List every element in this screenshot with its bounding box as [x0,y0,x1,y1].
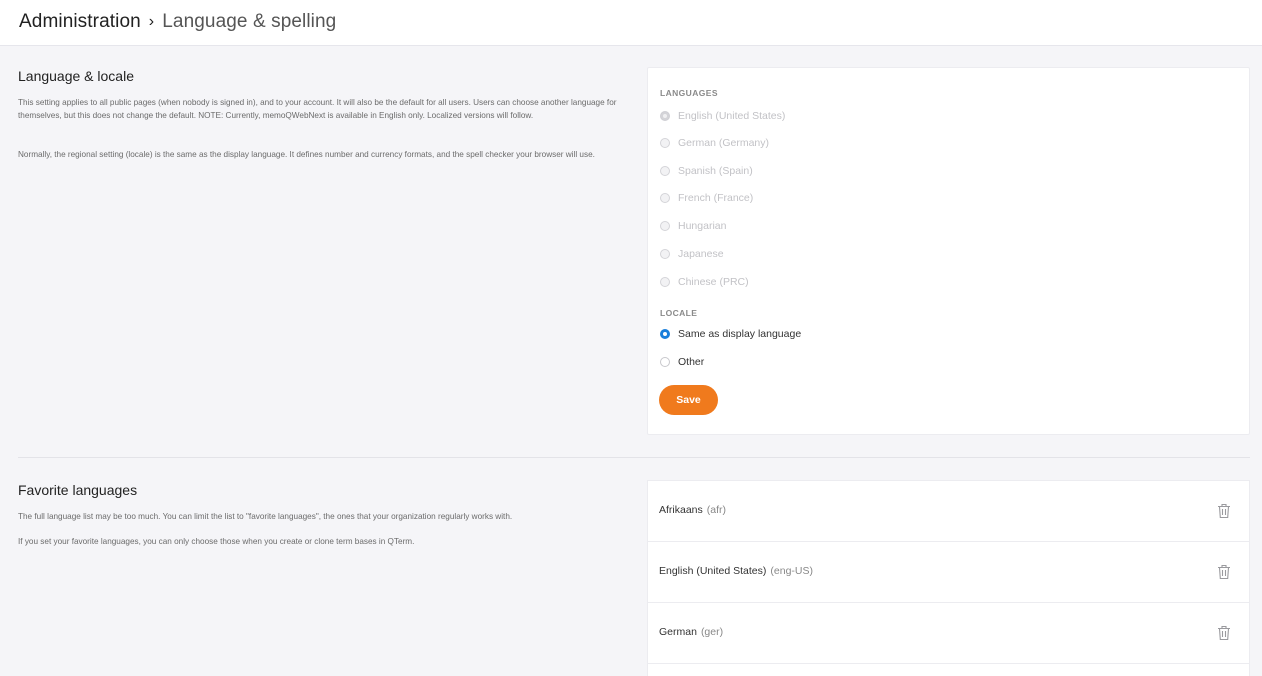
language-option-label: German (Germany) [678,137,770,149]
favorite-languages-desc-1: The full language list may be too much. … [18,512,513,521]
language-name: German [659,626,697,638]
language-option-label: Chinese (PRC) [678,276,749,288]
radio-icon [660,166,670,176]
language-option-french: French (France) [660,190,753,206]
favorite-languages-list: Afrikaans (afr) English (United States) (e… [647,480,1250,676]
language-name: Afrikaans [659,504,703,516]
radio-icon[interactable] [660,357,670,367]
language-option-german: German (Germany) [660,135,769,151]
radio-icon [660,277,670,287]
language-option-label: English (United States) [678,110,786,122]
favorite-languages-desc-2: If you set your favorite languages, you … [18,537,415,546]
breadcrumb-separator: › [148,13,155,30]
radio-icon [660,221,670,231]
languages-label: LANGUAGES [660,88,718,98]
radio-checked-icon[interactable] [660,329,670,339]
section-divider [18,457,1250,458]
list-item: Afrikaans (afr) [648,481,1249,542]
language-code: (ger) [700,626,724,638]
breadcrumb-administration[interactable]: Administration [19,11,141,33]
locale-option-other[interactable]: Other [660,354,704,370]
trash-icon[interactable] [1217,503,1231,519]
language-option-english-us: English (United States) [660,108,785,124]
breadcrumb-current: Language & spelling [162,11,337,32]
language-name: English (United States) [659,565,767,577]
page-header: Administration › Language & spelling [0,0,1262,46]
favorite-languages-title: Favorite languages [18,482,138,498]
radio-icon [660,249,670,259]
breadcrumb: Administration › Language & spelling [19,11,336,33]
radio-icon [660,193,670,203]
favorite-language-name: Afrikaans (afr) [659,504,726,516]
locale-label: LOCALE [660,308,698,318]
favorite-language-name: German (ger) [659,626,723,638]
language-locale-title: Language & locale [18,68,134,84]
language-option-hungarian: Hungarian [660,218,726,234]
language-code: (afr) [706,504,727,516]
language-option-chinese: Chinese (PRC) [660,274,749,290]
locale-option-label[interactable]: Same as display language [678,328,801,340]
trash-icon[interactable] [1217,625,1231,641]
language-code: (eng-US) [770,565,813,577]
locale-option-same-as-display[interactable]: Same as display language [660,326,801,342]
trash-icon[interactable] [1217,564,1231,580]
language-settings-card: LANGUAGES English (United States) German… [647,67,1250,435]
language-option-spanish: Spanish (Spain) [660,163,753,179]
save-button[interactable]: Save [659,385,718,415]
language-option-label: French (France) [678,192,754,204]
language-locale-desc-2: Normally, the regional setting (locale) … [18,150,595,159]
locale-option-label[interactable]: Other [678,356,704,368]
language-locale-desc-1: This setting applies to all public pages… [18,98,617,120]
favorite-language-name: English (United States) (eng-US) [659,565,813,577]
radio-icon [660,138,670,148]
list-item: German (ger) [648,603,1249,664]
language-option-label: Spanish (Spain) [678,165,753,177]
radio-icon [660,111,670,121]
list-item: English (United States) (eng-US) [648,542,1249,603]
language-option-label: Japanese [678,248,724,260]
language-option-label: Hungarian [678,220,727,232]
language-option-japanese: Japanese [660,246,724,262]
